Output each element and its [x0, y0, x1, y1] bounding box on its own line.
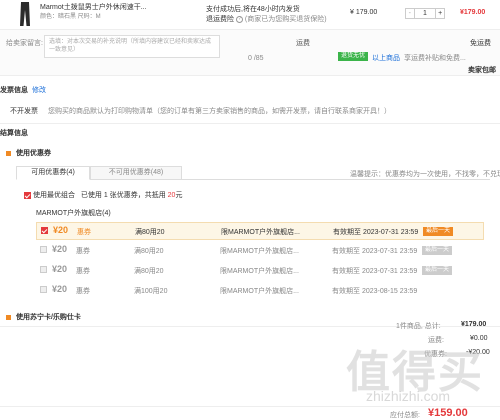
- tab-available-coupons[interactable]: 可用优惠券(4): [16, 166, 90, 180]
- invoice-note: 您购买的商品默认为打印购物清单（您的订单有第三方卖家销售的商品，如需开发票，请自…: [48, 108, 391, 115]
- coupon-title: 使用优惠券: [15, 150, 51, 157]
- invoice-edit-link[interactable]: 修改: [32, 85, 46, 95]
- divider: [0, 123, 500, 124]
- seller-message-placeholder: 选填：对本次交易的补充说明（所填内容建议已经和卖家达成一致意见）: [49, 39, 212, 53]
- coupon-tip: 温馨提示：优惠券均为一次使用，不找零，不兑现: [350, 171, 500, 178]
- quantity-stepper[interactable]: - 1 +: [405, 8, 445, 19]
- summary-total: ¥179.00: [461, 321, 487, 328]
- best-combo-row[interactable]: 使用最优组合 已使用 1 张优惠券，共抵用 20元: [24, 190, 182, 200]
- coupon-scope: 限MARMOT户外旗舰店...: [221, 229, 300, 236]
- coupon-checkbox[interactable]: [41, 227, 48, 234]
- return-insurance-note: (商家已为您购买退货保险): [244, 16, 327, 23]
- coupon-expiry: 有效期至 2023-07-31 23:59: [333, 229, 419, 236]
- product-thumbnail[interactable]: [18, 2, 32, 26]
- seller-message-input[interactable]: 选填：对本次交易的补充说明（所填内容建议已经和卖家达成一致意见）: [44, 35, 220, 58]
- coupon-type: 惠券: [76, 268, 90, 275]
- best-combo-unit: 元: [175, 192, 183, 199]
- subtotal: ¥179.00: [460, 9, 486, 16]
- product-attrs: 颜色：暗石黑 尺码：M: [40, 14, 101, 20]
- message-label: 给卖家留言:: [6, 40, 43, 47]
- best-combo-label: 使用最优组合: [32, 192, 75, 199]
- checkout-title: 结算信息: [0, 130, 28, 137]
- return-free-badge: 退货无忧: [338, 52, 369, 61]
- coupon-value: ¥20: [53, 225, 69, 235]
- coupon-value: ¥20: [52, 284, 68, 294]
- coupon-row[interactable]: ¥20 惠券 满100用20 限MARMOT户外旗舰店... 有效期至 2023…: [36, 282, 484, 300]
- return-insurance: 退运费险 ? (商家已为您购买退货保险): [206, 14, 327, 24]
- coupon-rule: 满80用20: [135, 229, 165, 236]
- watermark-url: zhizhizhi.com: [366, 388, 451, 404]
- coupon-tabs: 可用优惠券(4) 不可用优惠券(48) 温馨提示：优惠券均为一次使用，不找零，不…: [16, 166, 500, 180]
- seller-shipping-note: 卖家包邮: [468, 67, 496, 74]
- pay-total: ¥159.00: [428, 407, 468, 419]
- coupon-scope: 限MARMOT户外旗舰店...: [220, 248, 299, 255]
- message-counter: 0 /85: [248, 55, 264, 62]
- coupon-rule: 满100用20: [134, 288, 168, 295]
- pants-image: [20, 2, 30, 26]
- store-name: MARMOT户外旗舰店(4): [36, 210, 111, 217]
- coupon-row[interactable]: ¥20 惠券 满80用20 限MARMOT户外旗舰店... 有效期至 2023-…: [36, 262, 484, 280]
- best-combo-checkbox[interactable]: [24, 191, 31, 199]
- card-expand-icon[interactable]: [6, 314, 11, 320]
- help-icon[interactable]: ?: [235, 15, 243, 23]
- shipping-label: 运费: [296, 40, 310, 47]
- return-insurance-label: 退运费险: [206, 16, 234, 23]
- coupon-scope: 限MARMOT户外旗舰店...: [220, 268, 299, 275]
- coupon-value: ¥20: [52, 244, 68, 254]
- service-text[interactable]: 以上商品: [372, 53, 400, 63]
- last-day-badge: 最后一天: [422, 246, 453, 255]
- service-tail: 享运费补贴和免费...: [404, 55, 466, 62]
- coupon-type: 惠券: [76, 248, 90, 255]
- coupon-type: 惠券: [77, 229, 91, 236]
- invoice-section: 发票信息 修改 不开发票 您购买的商品默认为打印购物清单（您的订单有第三方卖家销…: [0, 80, 500, 122]
- coupon-scope: 限MARMOT户外旗舰店...: [220, 288, 299, 295]
- coupon-header[interactable]: 使用优惠券: [6, 148, 51, 158]
- card-header[interactable]: 使用苏宁卡/乐购仕卡: [6, 312, 81, 322]
- coupon-checkbox[interactable]: [40, 286, 47, 293]
- product-row: Marmot土拨鼠男士户外休闲速干... 颜色：暗石黑 尺码：M 支付成功后,将…: [0, 0, 500, 30]
- pay-total-label: 应付总额:: [390, 412, 420, 419]
- coupon-checkbox[interactable]: [40, 246, 47, 253]
- divider: [0, 406, 500, 407]
- qty-minus-button[interactable]: -: [406, 9, 415, 18]
- qty-plus-button[interactable]: +: [435, 9, 444, 18]
- last-day-badge: 最后一天: [423, 227, 454, 236]
- coupon-value: ¥20: [52, 264, 68, 274]
- summary-count: 1件商品, 总计:: [396, 323, 441, 330]
- qty-input[interactable]: 1: [415, 9, 436, 18]
- coupon-expiry: 有效期至 2023-07-31 23:59: [332, 268, 418, 275]
- coupon-expand-icon[interactable]: [6, 150, 11, 156]
- coupon-expiry: 有效期至 2023-07-31 23:59: [332, 248, 418, 255]
- invoice-title: 发票信息: [0, 87, 28, 94]
- shipping-value: 免运费: [470, 40, 491, 47]
- tab-unavailable-coupons[interactable]: 不可用优惠券(48): [90, 166, 182, 180]
- coupon-rule: 满80用20: [134, 268, 164, 275]
- coupon-row[interactable]: ¥20 惠券 满80用20 限MARMOT户外旗舰店... 有效期至 2023-…: [36, 242, 484, 260]
- best-combo-note: 已使用 1 张优惠券，共抵用: [80, 192, 166, 199]
- invoice-type: 不开发票: [10, 108, 38, 115]
- coupon-checkbox[interactable]: [40, 266, 47, 273]
- coupon-expiry: 有效期至 2023-08-15 23:59: [332, 288, 418, 295]
- last-day-badge: 最后一天: [422, 266, 453, 275]
- coupon-row[interactable]: ¥20 惠券 满80用20 限MARMOT户外旗舰店... 有效期至 2023-…: [36, 222, 484, 240]
- coupon-rule: 满80用20: [134, 248, 164, 255]
- coupon-type: 惠券: [76, 288, 90, 295]
- delivery-promise: 支付成功后,将在48小时内发货: [206, 6, 300, 13]
- message-row: 给卖家留言: 选填：对本次交易的补充说明（所填内容建议已经和卖家达成一致意见） …: [0, 30, 500, 76]
- unit-price: ¥ 179.00: [350, 9, 378, 16]
- card-title: 使用苏宁卡/乐购仕卡: [15, 314, 81, 321]
